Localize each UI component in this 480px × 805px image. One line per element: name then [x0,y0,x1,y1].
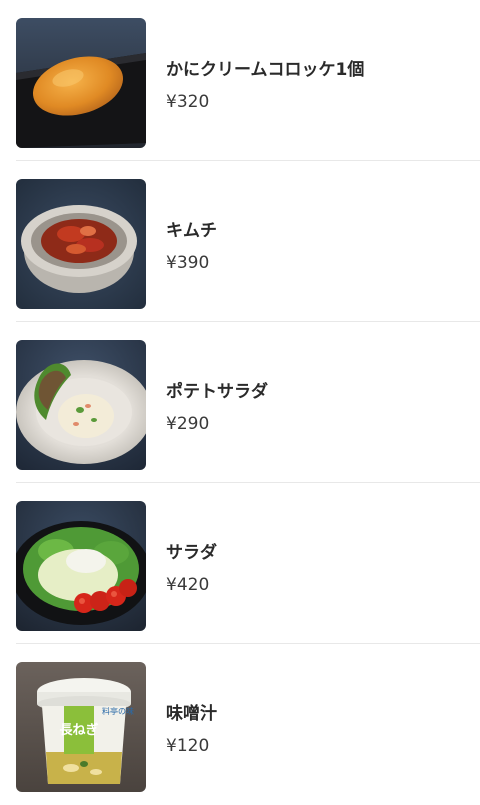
menu-item-price: ¥390 [166,253,210,273]
menu-item-miso-soup[interactable]: 長ねぎ 料亭の味 味噌汁 ¥120 [0,644,480,805]
menu-item-price: ¥120 [166,736,210,756]
menu-item-name: 味噌汁 [166,704,217,724]
menu-item-price: ¥420 [166,575,210,595]
menu-item-price: ¥290 [166,414,210,434]
menu-item-kimchi[interactable]: キムチ ¥390 [0,161,480,322]
salad-image [16,501,146,631]
menu-item-name: キムチ [166,221,217,241]
menu-item-salad[interactable]: サラダ ¥420 [0,483,480,644]
potato-salad-image [16,340,146,470]
menu-item-name: かにクリームコロッケ1個 [166,60,365,80]
menu-item-name: ポテトサラダ [166,382,268,402]
package-label-text: 長ねぎ [59,722,98,738]
menu-item-price: ¥320 [166,92,210,112]
menu-list: かにクリームコロッケ1個 ¥320 キムチ ¥390 ポテトサラダ ¥290 サ… [0,0,480,805]
menu-item-potato-salad[interactable]: ポテトサラダ ¥290 [0,322,480,483]
menu-item-croquette[interactable]: かにクリームコロッケ1個 ¥320 [0,0,480,161]
menu-item-name: サラダ [166,543,217,563]
croquette-image [16,18,146,148]
miso-soup-image: 長ねぎ 料亭の味 [16,662,146,792]
package-brand-text: 料亭の味 [102,706,134,716]
kimchi-image [16,179,146,309]
